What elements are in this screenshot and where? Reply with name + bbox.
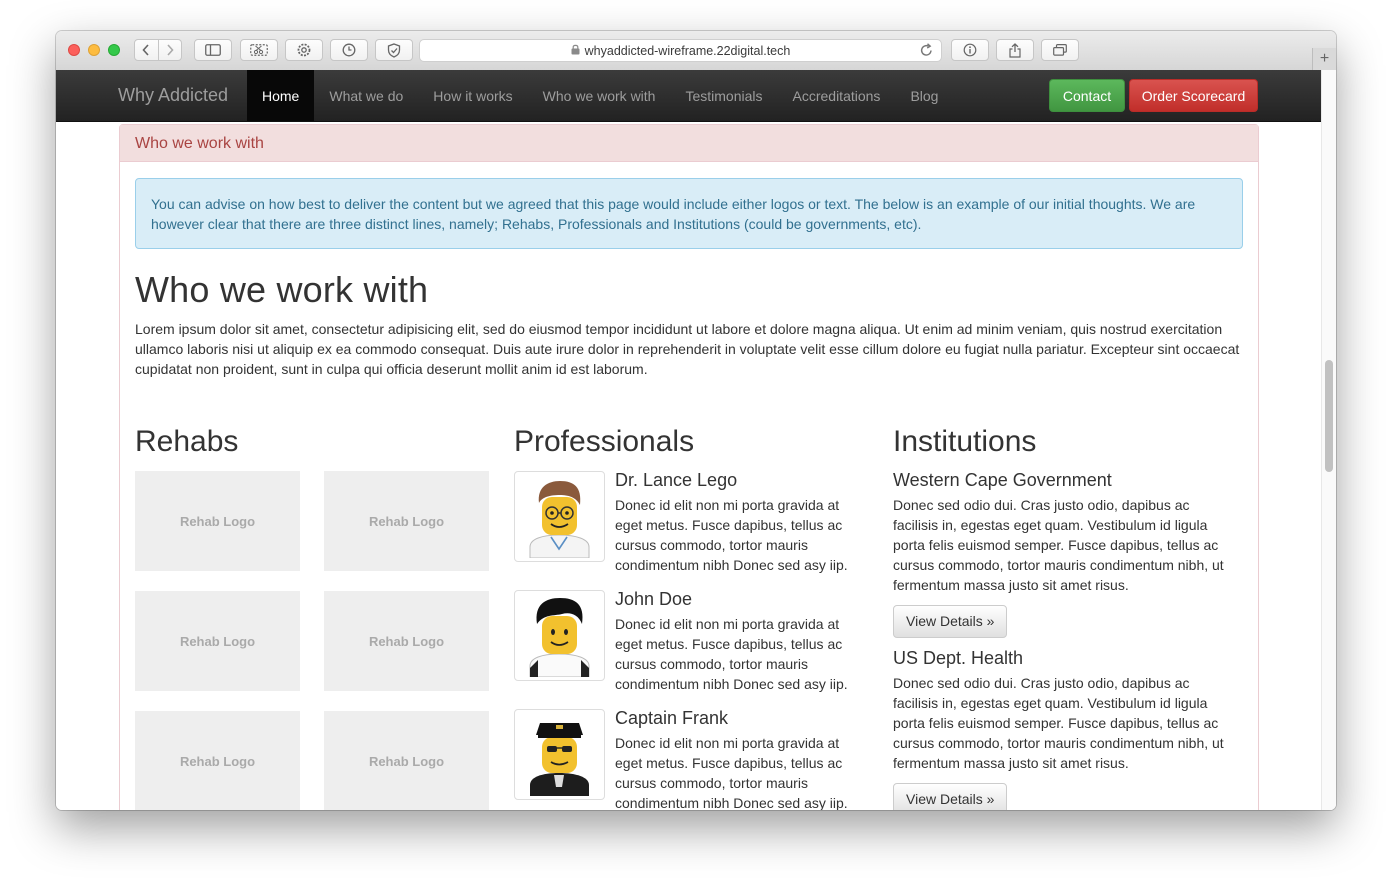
contact-button[interactable]: Contact	[1049, 79, 1125, 112]
institution-description: Donec sed odio dui. Cras justo odio, dap…	[893, 675, 1224, 771]
site-brand[interactable]: Why Addicted	[118, 85, 228, 106]
professional-item: Dr. Lance Lego Donec id elit non mi port…	[514, 470, 869, 586]
back-icon[interactable]	[135, 40, 158, 60]
professionals-column: Professionals Dr. Lance Lego Donec id el…	[514, 425, 869, 810]
sidebar-icon[interactable]	[194, 39, 232, 61]
rehabs-column: Rehabs Rehab Logo Rehab Logo Rehab Logo …	[135, 425, 490, 810]
nav-link-testimonials[interactable]: Testimonials	[670, 70, 777, 121]
browser-toolbar: whyaddicted-wireframe.22digital.tech +	[56, 31, 1336, 71]
view-details-button[interactable]: View Details »	[893, 783, 1008, 810]
page-viewport: Why Addicted Home What we do How it work…	[56, 70, 1336, 810]
rehab-logo: Rehab Logo	[324, 591, 489, 691]
history-icon[interactable]	[330, 39, 368, 61]
reload-icon[interactable]	[920, 43, 933, 60]
nav-link-what-we-do[interactable]: What we do	[314, 70, 418, 121]
professional-name: John Doe	[615, 589, 693, 609]
professional-avatar	[514, 471, 605, 562]
professional-name: Captain Frank	[615, 708, 729, 728]
rehab-logo: Rehab Logo	[135, 471, 300, 571]
nav-links: Home What we do How it works Who we work…	[247, 70, 953, 121]
nav-link-accreditations[interactable]: Accreditations	[778, 70, 896, 121]
institution-description: Donec sed odio dui. Cras justo odio, dap…	[893, 497, 1224, 593]
info-alert: You can advise on how best to deliver th…	[135, 178, 1243, 249]
professional-avatar	[514, 709, 605, 800]
order-scorecard-button[interactable]: Order Scorecard	[1129, 79, 1258, 112]
close-window-button[interactable]	[68, 44, 80, 56]
page-scrollbar[interactable]	[1321, 70, 1336, 810]
professional-avatar	[514, 590, 605, 681]
nav-link-home[interactable]: Home	[247, 70, 315, 121]
gear-icon[interactable]	[285, 39, 323, 61]
zoom-window-button[interactable]	[108, 44, 120, 56]
back-forward-group	[134, 39, 182, 61]
professional-bio: Donec id elit non mi porta gravida at eg…	[615, 616, 848, 692]
intro-text: Lorem ipsum dolor sit amet, consectetur …	[135, 321, 1240, 377]
scrollbar-thumb[interactable]	[1325, 360, 1333, 472]
panel-heading: Who we work with	[120, 125, 1258, 162]
share-icon[interactable]	[996, 39, 1034, 61]
browser-window: whyaddicted-wireframe.22digital.tech + W…	[56, 31, 1336, 810]
rehab-logo: Rehab Logo	[324, 471, 489, 571]
institution-item: US Dept. Health Donec sed odio dui. Cras…	[893, 648, 1248, 810]
content-panel: Who we work with You can advise on how b…	[119, 124, 1259, 810]
institution-item: Western Cape Government Donec sed odio d…	[893, 470, 1248, 638]
shield-icon[interactable]	[375, 39, 413, 61]
professional-bio: Donec id elit non mi porta gravida at eg…	[615, 735, 848, 810]
institution-name: US Dept. Health	[893, 648, 1024, 668]
professional-item: Captain Frank Donec id elit non mi porta…	[514, 708, 869, 810]
lock-icon	[571, 44, 580, 58]
nav-link-who-we-work-with[interactable]: Who we work with	[528, 70, 671, 121]
info-icon[interactable]	[951, 39, 989, 61]
professional-name: Dr. Lance Lego	[615, 470, 738, 490]
rehab-logo: Rehab Logo	[135, 711, 300, 810]
rehabs-heading: Rehabs	[135, 425, 239, 458]
institutions-heading: Institutions	[893, 425, 1037, 458]
nav-link-blog[interactable]: Blog	[895, 70, 953, 121]
professionals-heading: Professionals	[514, 425, 695, 458]
view-details-button[interactable]: View Details »	[893, 605, 1008, 638]
scissors-icon[interactable]	[240, 39, 278, 61]
professional-bio: Donec id elit non mi porta gravida at eg…	[615, 497, 848, 573]
url-text: whyaddicted-wireframe.22digital.tech	[584, 43, 791, 58]
institution-name: Western Cape Government	[893, 470, 1112, 490]
forward-icon[interactable]	[157, 40, 182, 60]
nav-link-how-it-works[interactable]: How it works	[418, 70, 527, 121]
site-navbar: Why Addicted Home What we do How it work…	[56, 70, 1321, 122]
new-tab-button[interactable]: +	[1312, 48, 1336, 70]
tabs-icon[interactable]	[1041, 39, 1079, 61]
rehab-logo: Rehab Logo	[135, 591, 300, 691]
professional-item: John Doe Donec id elit non mi porta grav…	[514, 589, 869, 705]
address-bar[interactable]: whyaddicted-wireframe.22digital.tech	[419, 39, 942, 62]
minimize-window-button[interactable]	[88, 44, 100, 56]
institutions-column: Institutions Western Cape Government Don…	[893, 425, 1248, 810]
rehab-logo: Rehab Logo	[324, 711, 489, 810]
page-title: Who we work with	[135, 269, 429, 310]
